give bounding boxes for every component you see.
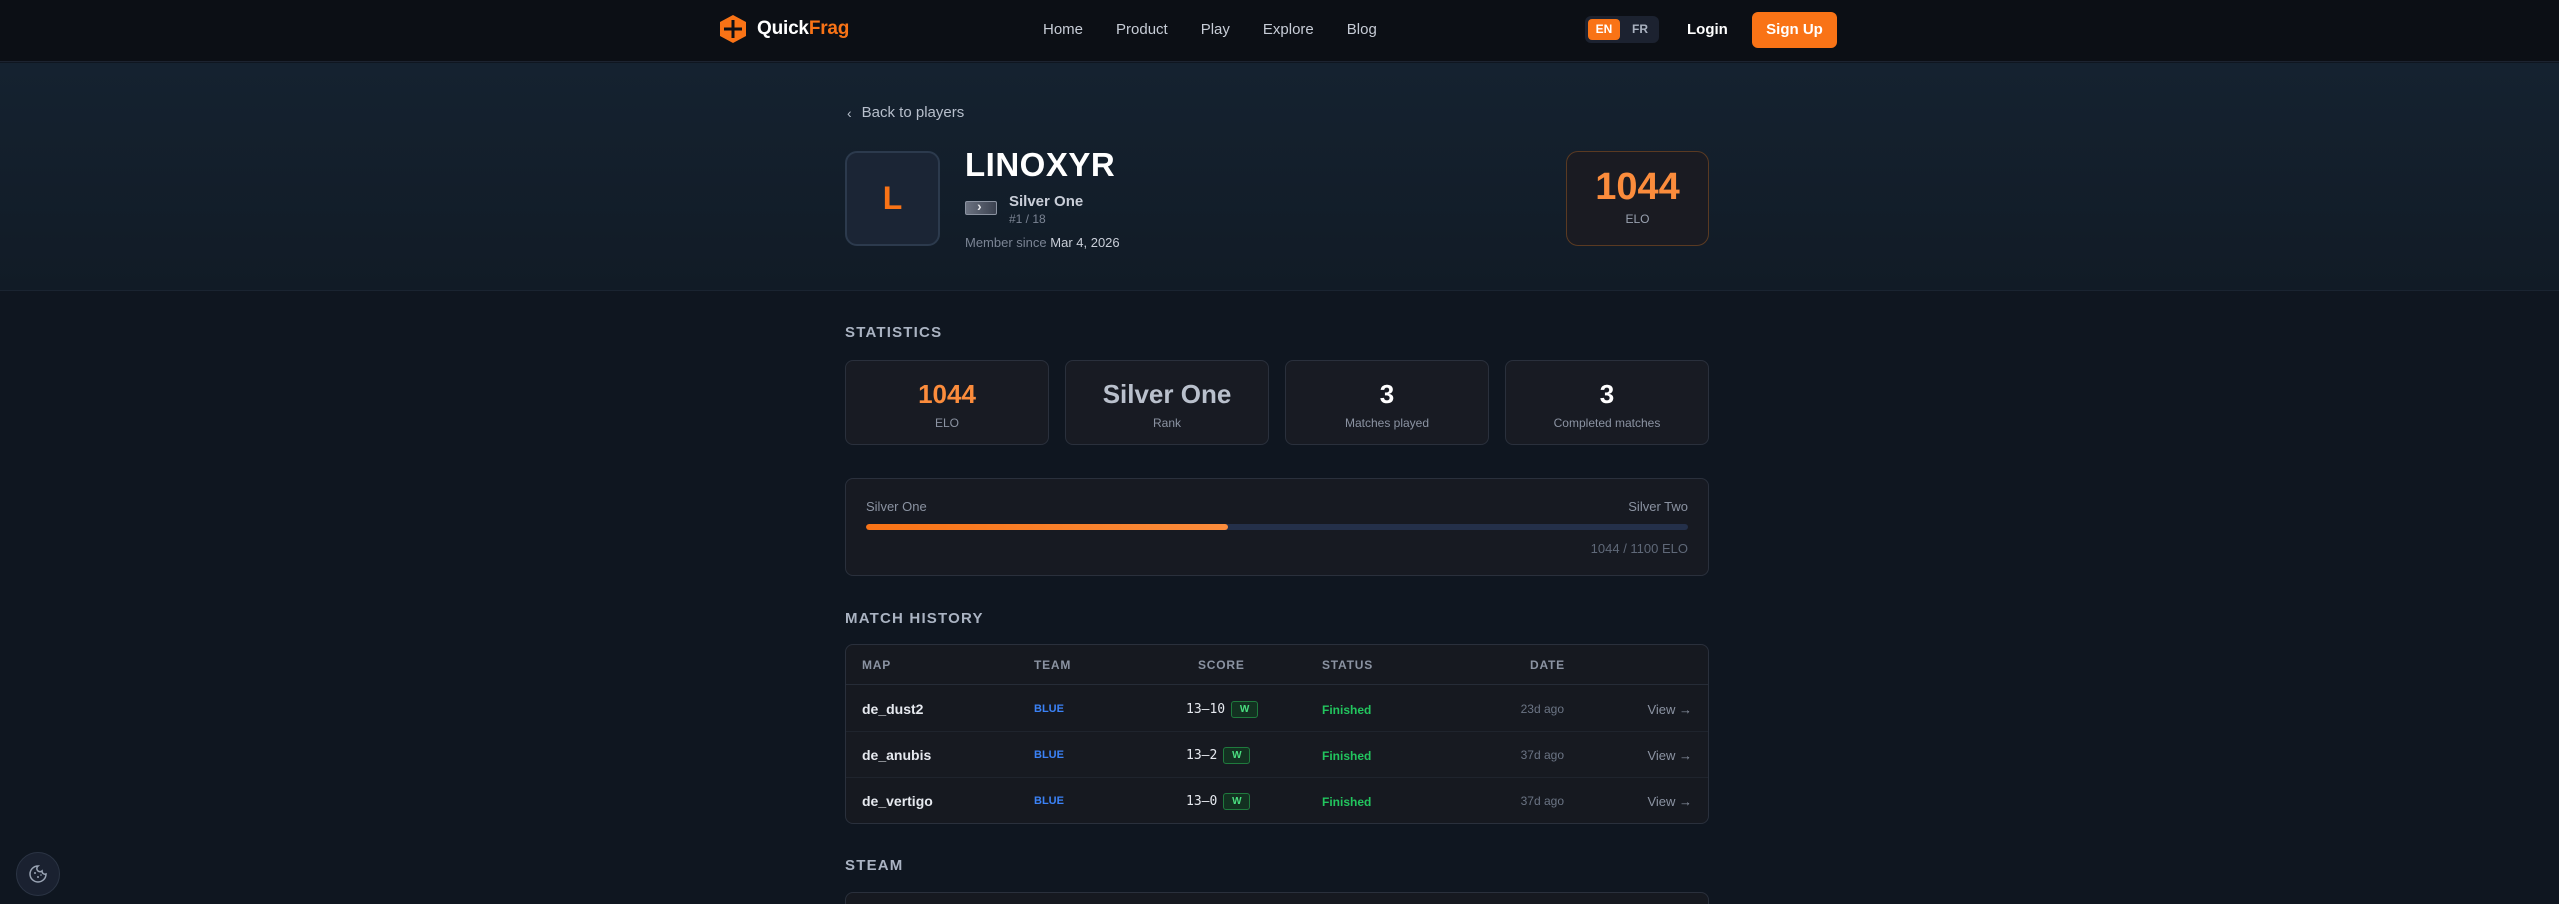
progress-track — [866, 524, 1688, 530]
elo-value: 1044 — [1595, 166, 1680, 208]
score-text: 13–0 — [1186, 794, 1218, 809]
signup-button[interactable]: Sign Up — [1752, 12, 1837, 48]
player-header — [0, 63, 2559, 291]
stat-card-rank: Silver One Rank — [1065, 360, 1269, 445]
cookie-icon — [29, 865, 47, 883]
stat-card-completed-matches: 3 Completed matches — [1505, 360, 1709, 445]
column-header-score: SCORE — [1198, 658, 1245, 672]
login-link[interactable]: Login — [1687, 21, 1728, 38]
steam-card — [845, 892, 1709, 904]
stat-label: Rank — [1152, 416, 1181, 430]
language-switcher: EN FR — [1585, 16, 1659, 43]
chevron-left-icon: ‹ — [847, 104, 852, 121]
progress-fill — [866, 524, 1228, 530]
player-name: LINOXYR — [965, 146, 1116, 183]
row-team: BLUE — [1034, 795, 1064, 807]
nav-link-home[interactable]: Home — [1043, 21, 1083, 38]
match-history-table: MAP TEAM SCORE STATUS DATE de_dust2 BLUE… — [845, 644, 1709, 824]
row-map: de_vertigo — [862, 793, 933, 809]
nav-link-blog[interactable]: Blog — [1347, 21, 1377, 38]
table-row[interactable]: de_vertigo BLUE 13–0 W Finished 37d ago V… — [846, 778, 1708, 823]
avatar: L — [845, 151, 940, 246]
nav-links: Home Product Play Explore Blog — [1043, 21, 1410, 38]
column-header-date: DATE — [1530, 658, 1565, 672]
member-since-date: Mar 4, 2026 — [1050, 235, 1120, 250]
member-since-label: Member since — [965, 235, 1047, 250]
steam-heading: STEAM — [845, 857, 904, 874]
brand-name: QuickFrag — [757, 18, 850, 39]
rank-position: #1 / 18 — [1009, 212, 1046, 226]
member-since: Member since Mar 4, 2026 — [965, 235, 1120, 250]
row-score: 13–10 W — [1186, 701, 1259, 718]
stat-label: Completed matches — [1553, 416, 1661, 430]
table-row[interactable]: de_dust2 BLUE 13–10 W Finished 23d ago Vi… — [846, 686, 1708, 732]
rank-badge-icon — [965, 198, 997, 215]
stat-value: 3 — [1379, 379, 1395, 409]
stat-value: Silver One — [1102, 379, 1232, 409]
row-team: BLUE — [1034, 749, 1064, 761]
row-map: de_dust2 — [862, 701, 924, 717]
row-score: 13–0 W — [1186, 793, 1251, 810]
row-date: 37d ago — [1520, 748, 1564, 762]
back-label: Back to players — [861, 104, 965, 121]
view-match-link[interactable]: View → — [1647, 748, 1692, 763]
stat-value: 3 — [1599, 379, 1615, 409]
progress-next-rank: Silver Two — [1628, 499, 1688, 514]
rank-progress-card: Silver One Silver Two 1044 / 1100 ELO — [845, 478, 1709, 576]
elo-label: ELO — [1625, 212, 1650, 226]
quickfrag-logo-icon — [720, 15, 746, 43]
row-team: BLUE — [1034, 703, 1064, 715]
score-text: 13–2 — [1186, 748, 1218, 763]
back-to-players-link[interactable]: ‹ Back to players — [847, 104, 964, 121]
row-status: Finished — [1322, 795, 1372, 809]
elo-card: 1044 ELO — [1566, 151, 1709, 246]
view-match-link[interactable]: View → — [1647, 794, 1692, 809]
view-match-link[interactable]: View → — [1647, 702, 1692, 717]
score-text: 13–10 — [1186, 702, 1226, 717]
win-badge: W — [1231, 701, 1259, 718]
row-date: 23d ago — [1520, 702, 1564, 716]
brand-logo[interactable]: QuickFrag — [718, 14, 849, 44]
table-header: MAP TEAM SCORE STATUS DATE — [846, 645, 1708, 685]
statistics-heading: STATISTICS — [845, 324, 943, 341]
stat-card-elo: 1044 ELO — [845, 360, 1049, 445]
stat-value: 1044 — [918, 379, 976, 409]
nav-link-explore[interactable]: Explore — [1263, 21, 1314, 38]
table-row[interactable]: de_anubis BLUE 13–2 W Finished 37d ago Vi… — [846, 732, 1708, 778]
cookie-settings-button[interactable] — [16, 852, 60, 896]
column-header-map: MAP — [862, 658, 892, 672]
row-status: Finished — [1322, 703, 1372, 717]
top-navbar: QuickFrag Home Product Play Explore Blog… — [0, 0, 2559, 62]
match-history-heading: MATCH HISTORY — [845, 610, 984, 627]
nav-link-play[interactable]: Play — [1201, 21, 1230, 38]
lang-en-button[interactable]: EN — [1588, 19, 1620, 40]
row-status: Finished — [1322, 749, 1372, 763]
row-score: 13–2 W — [1186, 747, 1251, 764]
nav-link-product[interactable]: Product — [1116, 21, 1168, 38]
progress-current-rank: Silver One — [866, 499, 927, 514]
progress-elo-text: 1044 / 1100 ELO — [1590, 541, 1688, 556]
win-badge: W — [1223, 747, 1251, 764]
row-map: de_anubis — [862, 747, 932, 763]
stat-label: ELO — [934, 416, 959, 430]
stat-label: Matches played — [1344, 416, 1430, 430]
rank-name: Silver One — [1009, 193, 1084, 210]
stat-card-matches-played: 3 Matches played — [1285, 360, 1489, 445]
lang-fr-button[interactable]: FR — [1624, 19, 1656, 40]
column-header-team: TEAM — [1034, 658, 1072, 672]
row-date: 37d ago — [1520, 794, 1564, 808]
column-header-status: STATUS — [1322, 658, 1374, 672]
win-badge: W — [1223, 793, 1251, 810]
